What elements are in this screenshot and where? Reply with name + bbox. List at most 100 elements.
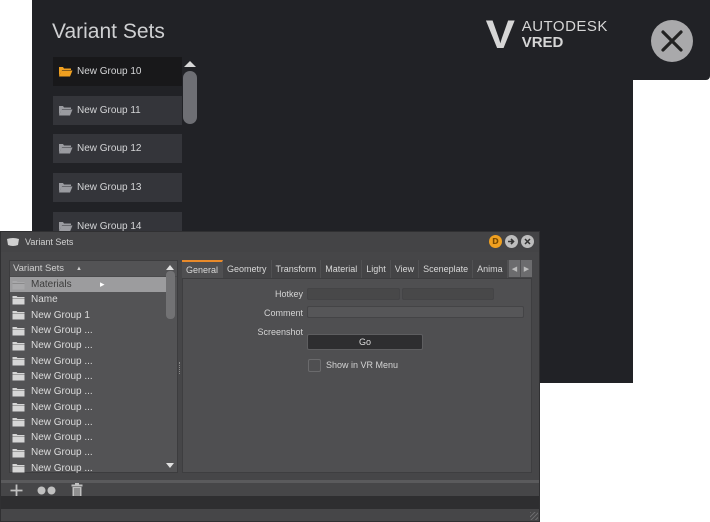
scrollbar-thumb[interactable]	[166, 271, 175, 319]
hotkey-field-2[interactable]	[402, 288, 494, 300]
tree-row[interactable]: Name	[10, 292, 166, 307]
tree-row[interactable]: New Group ...	[10, 323, 166, 338]
properties-panel: General Geometry Transform Material Light Vie…	[182, 260, 532, 473]
folder-icon	[12, 448, 25, 458]
vr-menu-item-label: New Group 11	[77, 104, 141, 116]
tab-material[interactable]: Material	[321, 260, 363, 278]
status-bar	[1, 496, 539, 509]
tab-scroll-right-button[interactable]: ▶	[520, 260, 532, 277]
folder-icon	[59, 105, 73, 116]
vr-scroll-up-arrow[interactable]	[184, 61, 196, 67]
tree-row[interactable]: New Group ...	[10, 415, 166, 430]
vr-menu-item-label: New Group 12	[77, 143, 142, 155]
scroll-down-arrow[interactable]	[166, 463, 174, 468]
tree-row-label: New Group ...	[31, 447, 93, 459]
tree-row-label: New Group ...	[31, 340, 93, 352]
tree-row[interactable]: New Group ...	[10, 430, 166, 445]
sort-ascending-icon: ▲	[76, 265, 82, 272]
tree-row[interactable]: New Group ...	[10, 384, 166, 399]
vr-menu-item[interactable]: New Group 13	[53, 173, 182, 203]
tree-row[interactable]: New Group ...	[10, 461, 166, 476]
arrow-right-button[interactable]	[505, 235, 518, 248]
tree-row-label: New Group ...	[31, 355, 93, 367]
show-in-vr-menu-label: Show in VR Menu	[326, 360, 399, 370]
folder-icon	[59, 144, 73, 154]
folder-icon	[12, 280, 25, 290]
vr-menu-item[interactable]: New Group 10	[53, 57, 182, 86]
folder-icon	[12, 357, 25, 366]
folder-icon	[12, 418, 25, 427]
autodesk-vred-logo: V AUTODESK VRED	[486, 15, 608, 55]
tree-row-label: Name	[31, 294, 58, 306]
general-tab-content: Hotkey Comment Screenshot Go Show in VR …	[182, 278, 532, 473]
tab-view[interactable]: View	[390, 260, 420, 278]
tree-row[interactable]: Materials	[10, 277, 166, 293]
window-close-button[interactable]	[521, 235, 534, 248]
logo-vred-text: VRED	[521, 34, 564, 51]
tab-scroll-left-button[interactable]: ◀	[508, 260, 520, 277]
tree-row-label: New Group ...	[31, 370, 93, 382]
tree-row[interactable]: New Group 1	[10, 308, 166, 323]
folder-icon	[12, 387, 25, 397]
tab-sceneplate[interactable]: Sceneplate	[419, 260, 474, 278]
tree-row-label: New Group ...	[31, 462, 93, 474]
dots-icon[interactable]	[37, 486, 57, 495]
folder-icon	[12, 433, 25, 443]
folder-icon	[12, 372, 25, 381]
splitter-handle[interactable]	[179, 362, 181, 374]
bottom-toolbar	[1, 483, 539, 497]
folder-icon	[12, 341, 25, 351]
screen: Variant Sets New Group 10 New Group 11 New…	[0, 0, 710, 522]
vr-scrollbar-thumb[interactable]	[183, 71, 197, 124]
comment-input[interactable]	[307, 306, 524, 318]
tree-row[interactable]: New Group ...	[10, 445, 166, 460]
tree-header-label: Variant Sets	[13, 263, 65, 274]
folder-icon	[12, 326, 25, 336]
screenshot-go-button[interactable]: Go	[307, 334, 423, 350]
tree-row[interactable]: New Group ...	[10, 369, 166, 384]
vr-menu-item[interactable]: New Group 11	[53, 95, 182, 125]
hotkey-label: Hotkey	[274, 289, 303, 299]
tree-row-label: New Group ...	[31, 325, 93, 337]
logo-autodesk-text: AUTODESK	[521, 18, 608, 36]
show-in-vr-menu-checkbox[interactable]	[308, 359, 321, 372]
tree-row[interactable]: New Group ...	[10, 353, 166, 368]
tree-row[interactable]: New Group ...	[10, 399, 166, 414]
mouse-cursor-icon: ▸	[100, 280, 105, 290]
tree-row-label: New Group ...	[31, 386, 93, 398]
variant-sets-tree: Variant Sets ▲ Materials Name New Group 1 N…	[9, 260, 178, 476]
tab-light[interactable]: Light	[362, 260, 391, 278]
tree-row[interactable]: New Group ...	[10, 338, 166, 353]
folder-icon	[12, 464, 25, 473]
tree-row-label: New Group ...	[31, 401, 93, 413]
tab-general[interactable]: General	[182, 260, 224, 278]
folder-icon	[59, 67, 73, 77]
tree-row-label: New Group ...	[31, 432, 93, 444]
vr-close-button[interactable]	[651, 20, 693, 62]
close-icon	[524, 238, 531, 245]
resize-grip[interactable]	[530, 512, 538, 520]
comment-label: Comment	[263, 308, 303, 318]
folder-icon	[12, 403, 25, 412]
close-x-icon	[661, 30, 683, 52]
tree-column-header[interactable]: Variant Sets ▲	[10, 261, 177, 277]
scroll-up-arrow[interactable]	[166, 265, 174, 270]
tab-anima[interactable]: Anima	[473, 260, 508, 278]
tab-bar: General Geometry Transform Material Light Vie…	[182, 260, 532, 278]
hotkey-field-1[interactable]	[307, 288, 400, 300]
trash-icon[interactable]	[71, 483, 83, 497]
screenshot-label: Screenshot	[257, 327, 303, 337]
tab-geometry[interactable]: Geometry	[223, 260, 272, 278]
vr-menu-item-label: New Group 13	[77, 182, 142, 194]
window-titlebar[interactable]: Variant Sets D	[1, 232, 539, 252]
folder-icon	[12, 311, 25, 320]
tree-row-label: New Group 1	[31, 309, 90, 321]
window-title: Variant Sets	[25, 237, 74, 247]
tree-scrollbar[interactable]	[165, 261, 176, 472]
vr-menu-title: Variant Sets	[52, 20, 165, 43]
folder-icon	[12, 295, 25, 305]
folder-icon	[59, 183, 73, 193]
vr-menu-item[interactable]: New Group 12	[53, 134, 182, 164]
tab-transform[interactable]: Transform	[271, 260, 322, 278]
dock-d-button[interactable]: D	[489, 235, 502, 248]
